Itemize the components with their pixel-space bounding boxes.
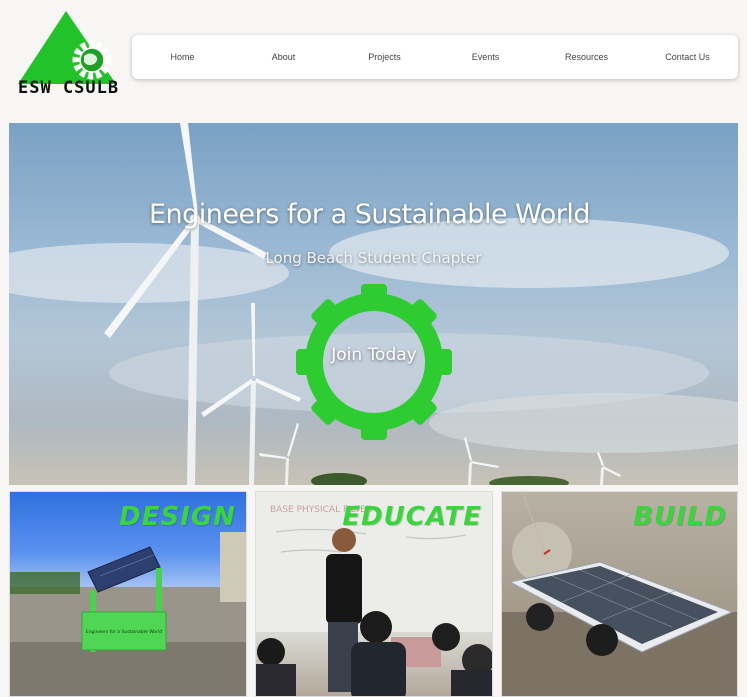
hero-title: Engineers for a Sustainable World xyxy=(148,199,591,230)
card-design[interactable]: Engineers for a Sustainable World DESIGN xyxy=(9,491,247,697)
triangle-logo-icon xyxy=(18,11,116,84)
join-today-button[interactable]: Join Today xyxy=(295,283,453,441)
nav-about[interactable]: About xyxy=(233,52,334,62)
nav-projects[interactable]: Projects xyxy=(334,52,435,62)
hero-banner: Engineers for a Sustainable World Long B… xyxy=(9,123,738,485)
nav-resources[interactable]: Resources xyxy=(536,52,637,62)
nav-contact-us[interactable]: Contact Us xyxy=(637,52,738,62)
kiosk-sign-text: Engineers for a Sustainable World xyxy=(86,629,162,635)
card-educate[interactable]: BASE PHYSICAL FILTER EDUCATE xyxy=(255,491,493,697)
nav-events[interactable]: Events xyxy=(435,52,536,62)
join-today-label: Join Today xyxy=(331,345,417,365)
nav-home[interactable]: Home xyxy=(132,52,233,62)
card-build[interactable]: BUILD xyxy=(501,491,738,697)
main-nav: Home About Projects Events Resources Con… xyxy=(132,35,738,79)
educate-label: EDUCATE xyxy=(342,502,482,532)
hero-subtitle: Long Beach Student Chapter xyxy=(265,249,482,267)
design-label: DESIGN xyxy=(119,502,236,532)
logo-text[interactable]: ESW CSULB xyxy=(18,78,119,98)
globe-icon xyxy=(79,47,105,73)
build-label: BUILD xyxy=(633,502,727,532)
